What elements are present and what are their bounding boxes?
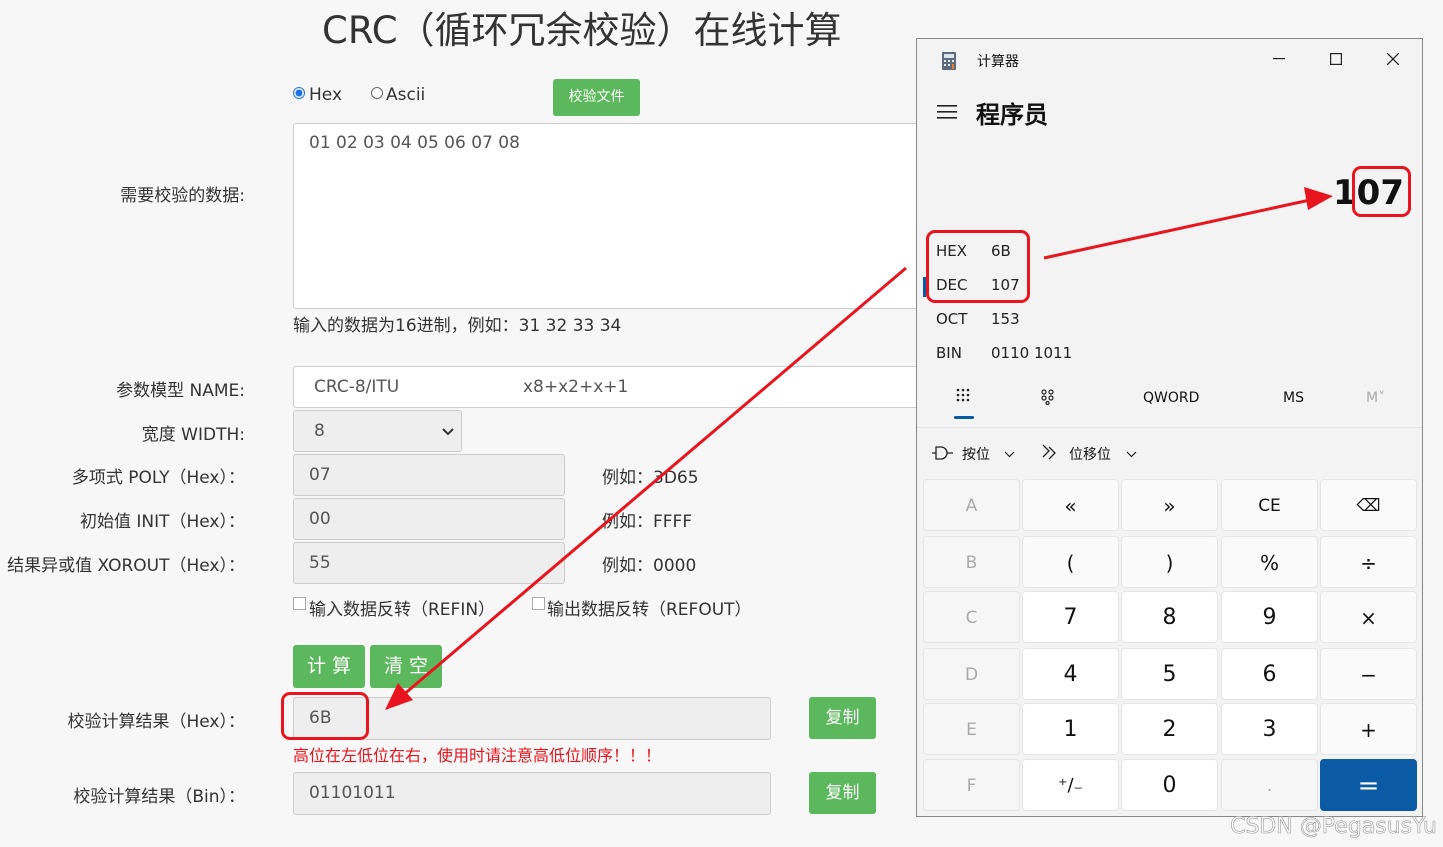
annotation-arrowhead-display	[1304, 187, 1333, 210]
annotation-arrow-to-display	[1043, 198, 1311, 260]
annotation-arrows	[385, 187, 1333, 710]
annotation-arrow-to-result	[401, 266, 907, 698]
watermark: CSDN @PegasusYu	[1230, 814, 1438, 840]
annotation-arrowhead-result	[385, 683, 413, 710]
